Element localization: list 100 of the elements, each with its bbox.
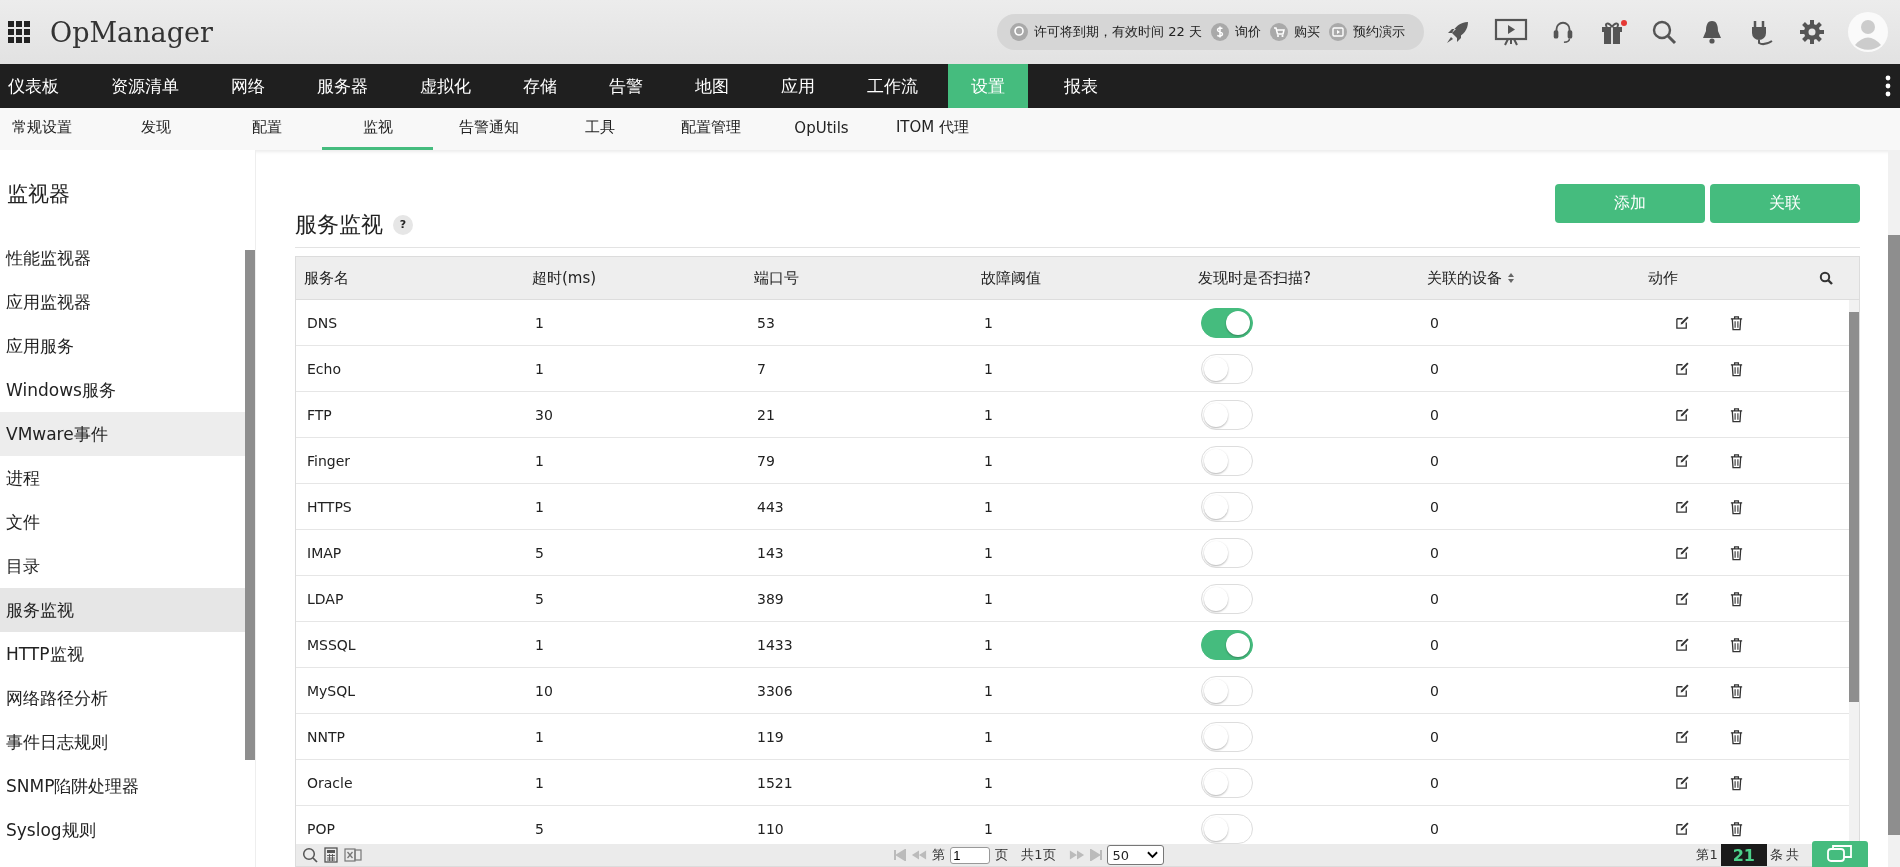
table-cell-text: 389 [756, 590, 785, 607]
search-icon[interactable] [1819, 271, 1833, 285]
edit-icon[interactable] [1675, 315, 1690, 330]
main-nav-tab[interactable]: 仪表板 [0, 64, 81, 108]
edit-icon[interactable] [1675, 729, 1690, 744]
column-header[interactable]: 关联的设备 [1419, 268, 1640, 288]
sub-nav-tab[interactable]: ITOM 代理 [877, 108, 988, 150]
help-button[interactable]: ? [393, 214, 413, 235]
license-link[interactable]: 预约演示 [1353, 23, 1405, 41]
sidebar-item[interactable]: 性能监视器 [0, 236, 245, 280]
sidebar-item[interactable]: 事件日志规则 [0, 720, 245, 764]
edit-icon[interactable] [1675, 361, 1690, 376]
trash-icon[interactable] [1729, 728, 1744, 745]
edit-icon[interactable] [1675, 637, 1690, 652]
sub-nav-tab[interactable]: 监视 [322, 108, 433, 150]
edit-icon[interactable] [1675, 545, 1690, 560]
main-nav-tab[interactable]: 存储 [493, 64, 579, 108]
sidebar-scrollbar[interactable] [245, 250, 255, 760]
sidebar-item[interactable]: 应用监视器 [0, 280, 245, 324]
bell-icon[interactable] [1700, 18, 1724, 46]
sidebar-item[interactable]: 文件 [0, 500, 245, 544]
main-nav-tab[interactable]: 告警 [579, 64, 665, 108]
trash-icon[interactable] [1729, 544, 1744, 561]
page-number-field[interactable]: 1 [950, 846, 991, 864]
sidebar-item[interactable]: 应用服务 [0, 324, 245, 368]
table-cell-text: NNTP [306, 728, 346, 745]
main-nav-tab[interactable]: 资源清单 [81, 64, 201, 108]
sub-nav-tab[interactable]: 配置 [211, 108, 322, 150]
column-header[interactable]: 端口号 [746, 268, 973, 288]
table-cell-text: 5 [534, 590, 545, 607]
sub-nav-tab[interactable]: OpUtils [766, 108, 877, 150]
sidebar-item[interactable]: 进程 [0, 456, 245, 500]
edit-icon[interactable] [1675, 407, 1690, 422]
sub-nav-tab[interactable]: 配置管理 [655, 108, 766, 150]
edit-icon[interactable] [1675, 453, 1690, 468]
search-icon[interactable] [1650, 18, 1678, 46]
trash-icon[interactable] [1729, 820, 1744, 837]
sidebar-item[interactable]: SNMP陷阱处理器 [0, 764, 245, 808]
main-nav-tab[interactable]: 报表 [1034, 64, 1120, 108]
table-cell-text: 3306 [756, 682, 794, 699]
page-size-select[interactable]: 50 [1106, 845, 1165, 865]
main-nav-tab[interactable]: 网络 [201, 64, 287, 108]
main-nav-tab[interactable]: 服务器 [287, 64, 390, 108]
table-cell-text: 1 [983, 314, 994, 331]
table-cell-text: LDAP [306, 590, 345, 607]
sub-nav-tab[interactable]: 常规设置 [0, 108, 100, 150]
table-cell-text: Echo [306, 360, 342, 377]
settings-icon[interactable] [1798, 18, 1826, 46]
column-header[interactable]: 发现时是否扫描? [1190, 268, 1419, 288]
trash-icon[interactable] [1729, 360, 1744, 377]
page-scrollbar[interactable] [1888, 150, 1900, 867]
trash-icon[interactable] [1729, 590, 1744, 607]
edit-icon[interactable] [1675, 775, 1690, 790]
sub-nav-tab[interactable]: 工具 [544, 108, 655, 150]
main-nav-tab[interactable]: 虚拟化 [390, 64, 493, 108]
table-cell-text: 79 [756, 452, 776, 469]
cart-icon [1269, 22, 1289, 42]
spreadsheet-icon[interactable] [344, 847, 362, 863]
column-header[interactable]: 超时(ms) [524, 268, 746, 288]
table-cell-text: 0 [1429, 590, 1440, 607]
edit-icon[interactable] [1675, 499, 1690, 514]
trash-icon[interactable] [1729, 314, 1744, 331]
edit-icon[interactable] [1675, 683, 1690, 698]
license-link[interactable]: 购买 [1294, 23, 1320, 41]
trash-icon[interactable] [1729, 636, 1744, 653]
calculator-icon[interactable] [324, 847, 338, 863]
table-cell-text: 0 [1429, 314, 1440, 331]
sidebar-item[interactable]: 服务监视 [0, 588, 245, 632]
scan-toggle[interactable] [1201, 629, 1253, 660]
badge-icon [1009, 22, 1030, 42]
sidebar-item[interactable]: HTTP监视 [0, 632, 245, 676]
edit-icon[interactable] [1675, 591, 1690, 606]
trash-icon[interactable] [1729, 406, 1744, 423]
column-header[interactable]: 动作 [1640, 268, 1810, 288]
more-menu-icon[interactable] [1885, 75, 1891, 97]
trash-icon[interactable] [1729, 682, 1744, 699]
table-cell-text: 119 [756, 728, 785, 745]
sidebar-item[interactable]: Windows服务 [0, 368, 245, 412]
sub-nav-tab[interactable]: 告警通知 [433, 108, 544, 150]
sidebar-item[interactable]: VMware事件 [0, 412, 245, 456]
column-header[interactable]: 服务名 [296, 268, 524, 288]
column-header[interactable]: 故障阈值 [973, 268, 1190, 288]
sidebar-item[interactable]: 网络路径分析 [0, 676, 245, 720]
main-nav-tab[interactable]: 应用 [751, 64, 837, 108]
main-nav-tab[interactable]: 地图 [665, 64, 751, 108]
scan-toggle[interactable] [1201, 307, 1253, 338]
search-icon[interactable] [302, 847, 318, 863]
edit-icon[interactable] [1675, 821, 1690, 836]
trash-icon[interactable] [1729, 452, 1744, 469]
sort-icon[interactable] [1507, 272, 1515, 284]
trash-icon[interactable] [1729, 774, 1744, 791]
sub-nav-tab[interactable]: 发现 [100, 108, 211, 150]
table-scrollbar[interactable] [1849, 300, 1859, 844]
presentation-icon[interactable] [1494, 17, 1528, 47]
sidebar-item[interactable]: Syslog规则 [0, 808, 245, 852]
main-nav-tab[interactable]: 工作流 [837, 64, 940, 108]
license-link[interactable]: 询价 [1235, 23, 1261, 41]
app-grid-icon[interactable] [8, 21, 30, 43]
trash-icon[interactable] [1729, 498, 1744, 515]
sidebar-item[interactable]: 目录 [0, 544, 245, 588]
